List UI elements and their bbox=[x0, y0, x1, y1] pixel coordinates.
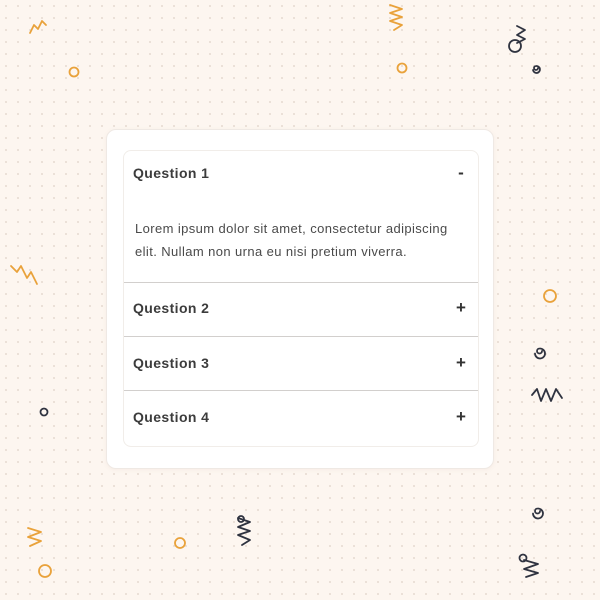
collapse-icon[interactable]: - bbox=[454, 163, 468, 183]
ring-decoration bbox=[237, 515, 245, 523]
squiggle-decoration bbox=[237, 517, 251, 546]
accordion-item-3[interactable]: Question 3 + bbox=[124, 341, 478, 393]
expand-icon[interactable]: + bbox=[454, 353, 468, 373]
squiggle-decoration bbox=[27, 527, 42, 547]
answer-text: Lorem ipsum dolor sit amet, consectetur … bbox=[135, 221, 448, 259]
expand-icon[interactable]: + bbox=[454, 298, 468, 318]
accordion-item-1: Question 1 - Lorem ipsum dolor sit amet,… bbox=[124, 151, 478, 283]
ring-decoration bbox=[518, 553, 528, 563]
question-title: Question 2 bbox=[133, 300, 210, 316]
spiral-decoration bbox=[532, 65, 541, 74]
accordion-item-4[interactable]: Question 4 + bbox=[124, 395, 478, 447]
accordion-header-3[interactable]: Question 3 + bbox=[124, 341, 478, 387]
accordion-header-2[interactable]: Question 2 + bbox=[124, 286, 478, 332]
expand-icon[interactable]: + bbox=[454, 407, 468, 427]
divider bbox=[124, 336, 478, 337]
question-title: Question 1 bbox=[133, 165, 210, 181]
squiggle-decoration bbox=[29, 20, 47, 34]
divider bbox=[124, 282, 478, 283]
accordion-header-1[interactable]: Question 1 - bbox=[124, 151, 478, 197]
accordion-header-4[interactable]: Question 4 + bbox=[124, 395, 478, 441]
ring-decoration bbox=[39, 407, 49, 417]
question-title: Question 3 bbox=[133, 355, 210, 371]
spiral-decoration bbox=[532, 507, 544, 520]
squiggle-decoration bbox=[523, 559, 539, 578]
faq-card: Question 1 - Lorem ipsum dolor sit amet,… bbox=[106, 129, 494, 469]
ring-decoration bbox=[174, 537, 186, 549]
ring-decoration bbox=[38, 564, 52, 578]
squiggle-decoration bbox=[10, 265, 38, 285]
question-title: Question 4 bbox=[133, 409, 210, 425]
ring-decoration bbox=[508, 39, 522, 53]
squiggle-decoration bbox=[516, 25, 526, 44]
accordion-item-2[interactable]: Question 2 + bbox=[124, 286, 478, 338]
divider bbox=[124, 390, 478, 391]
squiggle-decoration bbox=[531, 388, 563, 402]
ring-decoration bbox=[543, 289, 557, 303]
squiggle-decoration bbox=[389, 4, 403, 31]
faq-accordion: Question 1 - Lorem ipsum dolor sit amet,… bbox=[123, 150, 479, 447]
spiral-decoration bbox=[534, 347, 546, 360]
ring-decoration bbox=[68, 66, 80, 78]
ring-decoration bbox=[396, 62, 408, 74]
